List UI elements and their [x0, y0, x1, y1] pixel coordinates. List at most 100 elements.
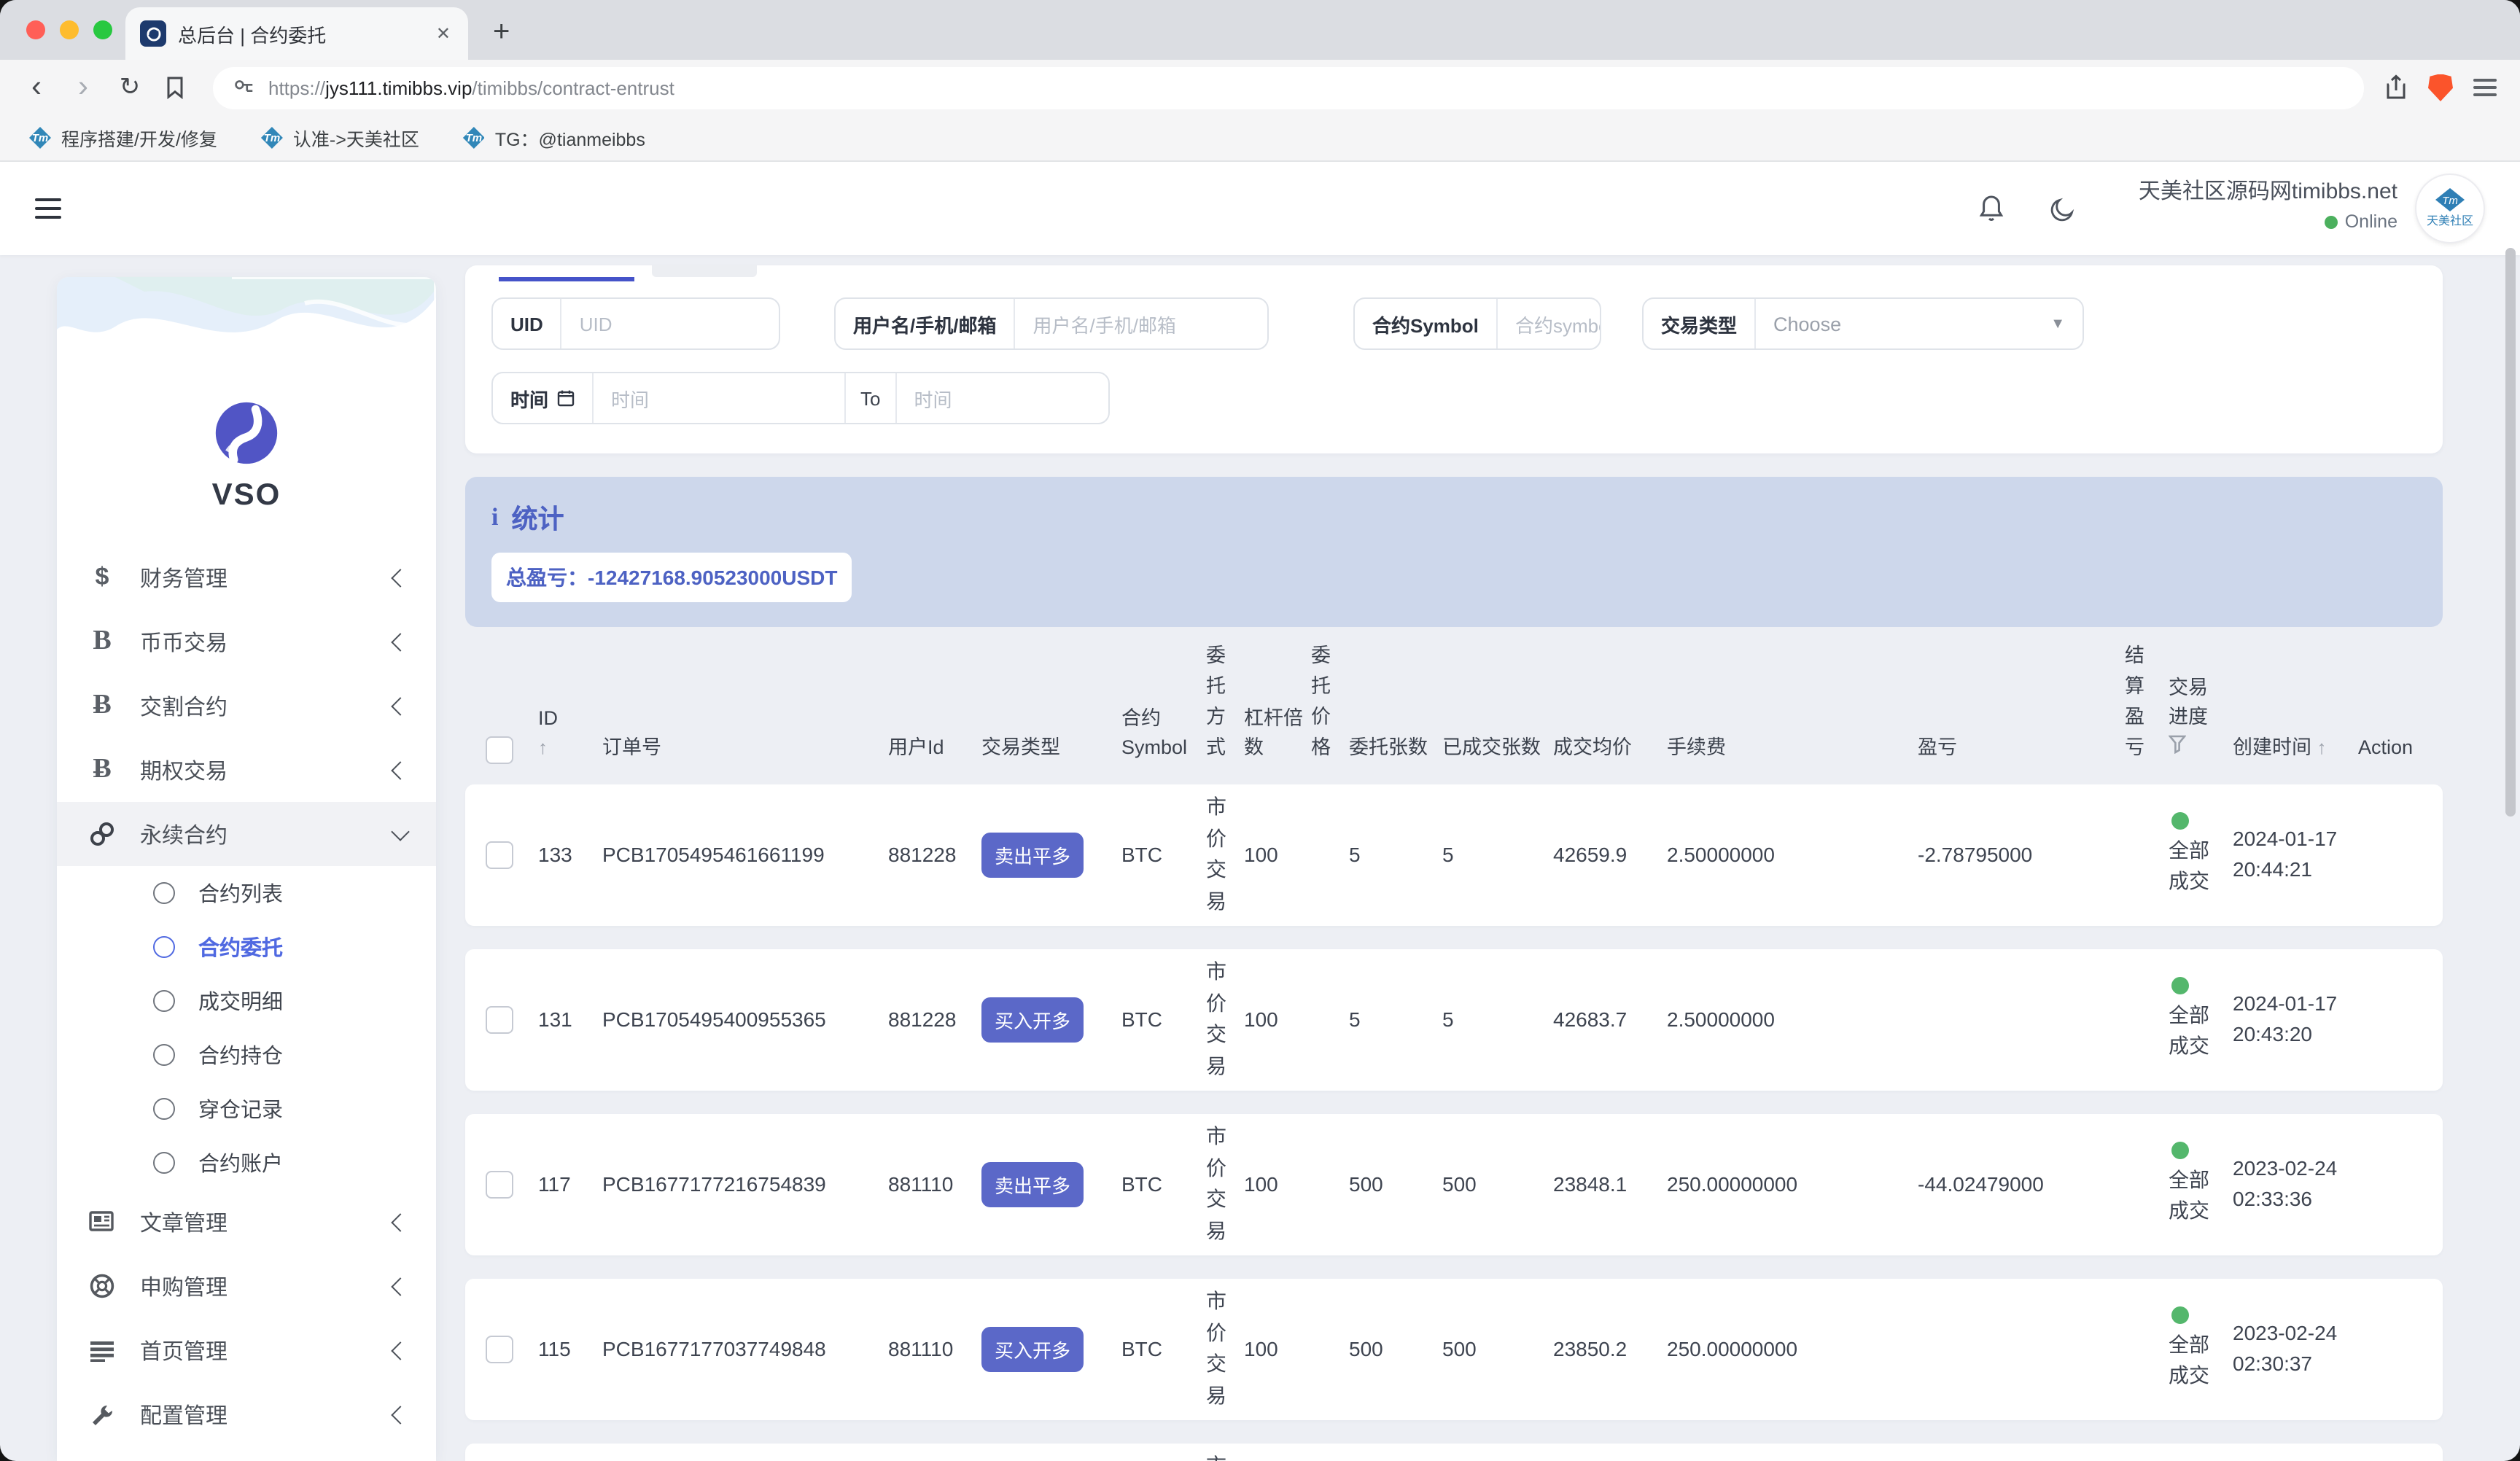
sidebar-item-config-manage[interactable]: 配置管理 [57, 1382, 436, 1446]
col-header-id[interactable]: ID↑ [538, 704, 602, 763]
bookmark-item[interactable]: Tm程序搭建/开发/修复 [29, 124, 217, 152]
tune-icon [233, 79, 255, 96]
row-checkbox[interactable] [486, 1170, 513, 1198]
sidebar-item-risk-manage[interactable]: 风控管理 [57, 1446, 436, 1461]
chevron-left-icon [391, 696, 409, 714]
cell-avg-price: 23848.1 [1553, 1172, 1667, 1196]
newspaper-icon [86, 1210, 118, 1234]
tab-favicon [140, 20, 166, 47]
minimize-window-button[interactable] [60, 20, 79, 39]
sidebar-item-delivery-contract[interactable]: Ƀ 交割合约 [57, 674, 436, 738]
bookmark-icon[interactable] [158, 76, 192, 99]
trade-type-select[interactable]: Choose▼ [1756, 299, 2082, 348]
time-range-filter[interactable]: 时间 时间 To 时间 [491, 372, 1110, 424]
cell-filled-qty: 5 [1442, 1008, 1553, 1031]
bookmark-item[interactable]: TmTG：@tianmeibbs [463, 124, 645, 152]
username-filter[interactable]: 用户名/手机/邮箱 用户名/手机/邮箱 [834, 297, 1269, 350]
uid-filter[interactable]: UID UID [491, 297, 780, 350]
macos-traffic-lights[interactable] [26, 20, 112, 39]
col-header-pnl: 盈亏 [1827, 734, 2125, 764]
select-all-checkbox[interactable] [486, 736, 513, 763]
col-header-created[interactable]: 创建时间 ↑ [2233, 734, 2358, 764]
sidebar-item-options-trade[interactable]: Ƀ 期权交易 [57, 738, 436, 802]
time-from-input[interactable]: 时间 [594, 373, 844, 423]
chevron-left-icon [391, 632, 409, 650]
bitcoin-icon: Ƀ [86, 690, 118, 722]
row-checkbox[interactable] [486, 1005, 513, 1033]
sidebar-subitem-contract-account[interactable]: 合约账户 [57, 1136, 436, 1190]
dark-mode-moon-icon[interactable] [2050, 195, 2077, 222]
sidebar-subitem-contract-entrust[interactable]: 合约委托 [57, 920, 436, 974]
cell-fee: 2.50000000 [1667, 843, 1827, 866]
forward-icon[interactable]: › [64, 69, 102, 106]
row-checkbox[interactable] [486, 1335, 513, 1363]
col-header-fee: 手续费 [1667, 734, 1827, 764]
col-header-user-id: 用户Id [888, 734, 981, 764]
select-caret-icon: ▼ [2050, 316, 2065, 332]
logo-text: VSO [57, 478, 436, 513]
bookmark-favicon: Tm [261, 127, 283, 149]
bookmark-item[interactable]: Tm认准->天美社区 [261, 124, 419, 152]
new-tab-button[interactable]: + [493, 15, 510, 50]
zoom-window-button[interactable] [93, 20, 112, 39]
brave-shield-icon[interactable] [2428, 74, 2453, 101]
calendar-icon [557, 389, 575, 407]
table-body: 133 PCB1705495461661199 881228 卖出平多 BTC … [465, 784, 2443, 1461]
sidebar-item-homepage-manage[interactable]: 首页管理 [57, 1318, 436, 1382]
browser-tab[interactable]: 总后台 | 合约委托 ✕ [125, 7, 468, 60]
tab-close-icon[interactable]: ✕ [433, 23, 454, 44]
table-header: ID↑ 订单号 用户Id 交易类型 合约Symbol 委托方式 杠杆倍数 委托价… [465, 627, 2443, 778]
col-header-settle-pnl: 结算盈亏 [2125, 642, 2169, 763]
cell-entrust-qty: 500 [1349, 1337, 1442, 1360]
col-header-entrust-qty: 委托张数 [1349, 734, 1442, 764]
tab-title: 总后台 | 合约委托 [178, 20, 421, 47]
symbol-input[interactable]: 合约symbol [1498, 299, 1601, 348]
uid-input[interactable]: UID [562, 299, 630, 348]
trade-type-filter[interactable]: 交易类型 Choose▼ [1642, 297, 2084, 350]
stats-panel: i 统计 总盈亏：-12427168.90523000USDT [465, 477, 2443, 627]
sidebar-item-article-manage[interactable]: 文章管理 [57, 1190, 436, 1254]
chevron-left-icon [391, 760, 409, 779]
share-icon[interactable] [2384, 74, 2408, 101]
sidebar-wave-decoration [57, 277, 436, 382]
sidebar-subitem-liquidation-record[interactable]: 穿仓记录 [57, 1082, 436, 1136]
chevron-down-icon [391, 822, 409, 840]
sidebar-item-subscription-manage[interactable]: 申购管理 [57, 1254, 436, 1318]
symbol-filter[interactable]: 合约Symbol 合约symbol [1353, 297, 1601, 350]
sidebar-item-spot-trade[interactable]: B 币币交易 [57, 609, 436, 674]
sidebar-item-perpetual-contract[interactable]: 永续合约 [57, 802, 436, 866]
inactive-tab-stub[interactable] [652, 265, 757, 277]
sidebar-subitem-contract-list[interactable]: 合约列表 [57, 866, 436, 920]
site-name: 天美社区源码网timibbs.net [2139, 178, 2398, 208]
progress-status-dot [2171, 812, 2189, 830]
avatar[interactable]: Tm 天美社区 [2415, 174, 2485, 244]
sidebar-item-finance[interactable]: $ 财务管理 [57, 545, 436, 609]
filter-funnel-icon[interactable] [2169, 736, 2186, 755]
back-icon[interactable]: ‹ [18, 69, 55, 106]
online-status-dot [2325, 217, 2338, 230]
active-tab-stub[interactable] [499, 265, 634, 281]
sidebar-subitem-trade-detail[interactable]: 成交明细 [57, 974, 436, 1028]
cell-pnl: -44.02479000 [1827, 1172, 2125, 1196]
browser-menu-icon[interactable] [2473, 74, 2497, 101]
cell-avg-price: 42683.7 [1553, 1008, 1667, 1031]
bookmark-favicon: Tm [29, 127, 51, 149]
cell-order-no: PCB1705495400955365 [602, 1008, 888, 1031]
close-window-button[interactable] [26, 20, 45, 39]
radio-icon [153, 882, 175, 904]
col-header-action: Action [2358, 734, 2422, 764]
sidebar-subitem-contract-position[interactable]: 合约持仓 [57, 1028, 436, 1082]
link-icon [86, 821, 118, 847]
reload-icon[interactable]: ↻ [111, 69, 149, 106]
list-icon [86, 1339, 118, 1361]
scrollbar-thumb[interactable] [2505, 248, 2516, 817]
row-checkbox[interactable] [486, 841, 513, 868]
username-input[interactable]: 用户名/手机/邮箱 [1015, 299, 1193, 348]
notification-bell-icon[interactable] [1978, 194, 2006, 223]
cell-id: 117 [538, 1172, 602, 1196]
col-header-progress[interactable]: 交易进度 [2169, 674, 2233, 764]
time-to-input[interactable]: 时间 [897, 373, 970, 423]
sidebar-toggle-icon[interactable] [35, 192, 61, 225]
url-bar[interactable]: https://jys111.timibbs.vip/timibbs/contr… [213, 66, 2364, 109]
logo [57, 400, 436, 467]
